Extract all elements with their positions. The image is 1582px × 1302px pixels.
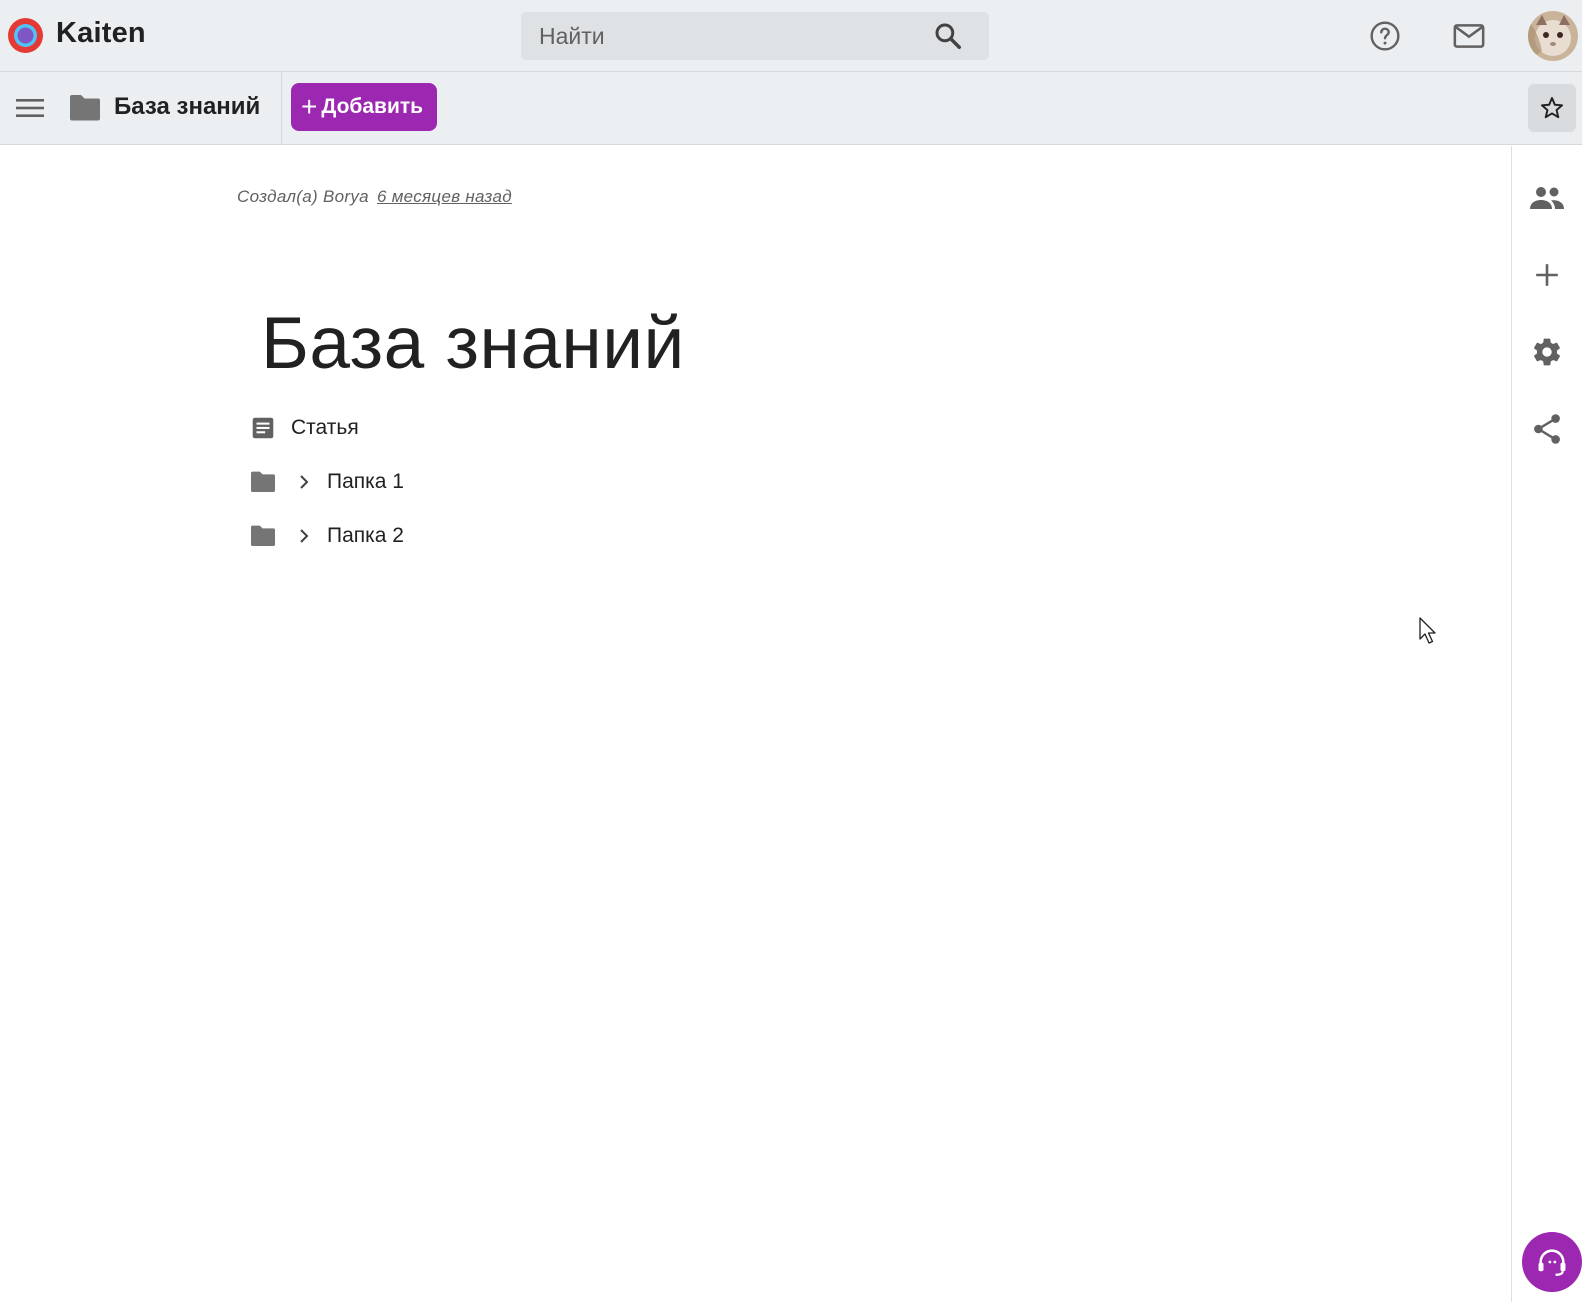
search-icon[interactable] [933, 21, 963, 51]
add-icon [1536, 264, 1558, 286]
page-title[interactable]: База знаний [261, 302, 685, 385]
created-time-link[interactable]: 6 месяцев назад [377, 187, 512, 206]
mouse-cursor-icon [1419, 617, 1436, 644]
share-button[interactable] [1525, 407, 1569, 451]
article-icon [249, 414, 277, 442]
menu-button[interactable] [8, 86, 52, 130]
kaiten-logo-icon[interactable] [7, 17, 44, 54]
right-sidebar [1511, 146, 1582, 1302]
add-button[interactable]: + Добавить [291, 83, 438, 131]
app-name[interactable]: Kaiten [56, 17, 146, 50]
list-item-label: Статья [291, 416, 359, 439]
breadcrumb-title[interactable]: База знаний [114, 93, 260, 121]
share-icon [1534, 414, 1560, 444]
avatar-image [1528, 11, 1578, 61]
support-icon [1538, 1249, 1566, 1276]
favorite-button[interactable] [1528, 84, 1576, 132]
chevron-right-icon[interactable] [291, 469, 317, 495]
toolbar: База знаний + Добавить [0, 72, 1582, 145]
settings-button[interactable] [1525, 330, 1569, 374]
created-by-text: Создал(а) Borya [237, 187, 369, 206]
mail-button[interactable] [1447, 14, 1491, 58]
gear-icon [1534, 338, 1560, 366]
user-avatar[interactable] [1528, 11, 1578, 61]
search-box[interactable] [521, 12, 989, 60]
folder-icon [70, 95, 100, 121]
list-item-folder[interactable]: Папка 2 [249, 516, 404, 556]
list-item-article[interactable]: Статья [249, 408, 359, 448]
top-header: Kaiten [0, 0, 1582, 72]
people-icon [1530, 187, 1564, 209]
folder-icon [249, 522, 277, 550]
created-info: Создал(а) Borya 6 месяцев назад [237, 187, 512, 207]
list-item-label: Папка 1 [327, 470, 404, 493]
search-input[interactable] [521, 12, 921, 60]
toolbar-divider [281, 72, 282, 145]
help-button[interactable] [1363, 14, 1407, 58]
support-chat-button[interactable] [1522, 1232, 1582, 1292]
list-item-folder[interactable]: Папка 1 [249, 462, 404, 502]
menu-icon [16, 99, 44, 117]
members-button[interactable] [1525, 176, 1569, 220]
mail-icon [1453, 24, 1485, 48]
star-icon [1540, 97, 1564, 119]
folder-icon [249, 468, 277, 496]
plus-icon: + [301, 91, 318, 122]
help-icon [1370, 21, 1400, 51]
list-item-label: Папка 2 [327, 524, 404, 547]
add-button-label: Добавить [321, 95, 424, 118]
chevron-right-icon[interactable] [291, 523, 317, 549]
add-sidebar-button[interactable] [1525, 253, 1569, 297]
